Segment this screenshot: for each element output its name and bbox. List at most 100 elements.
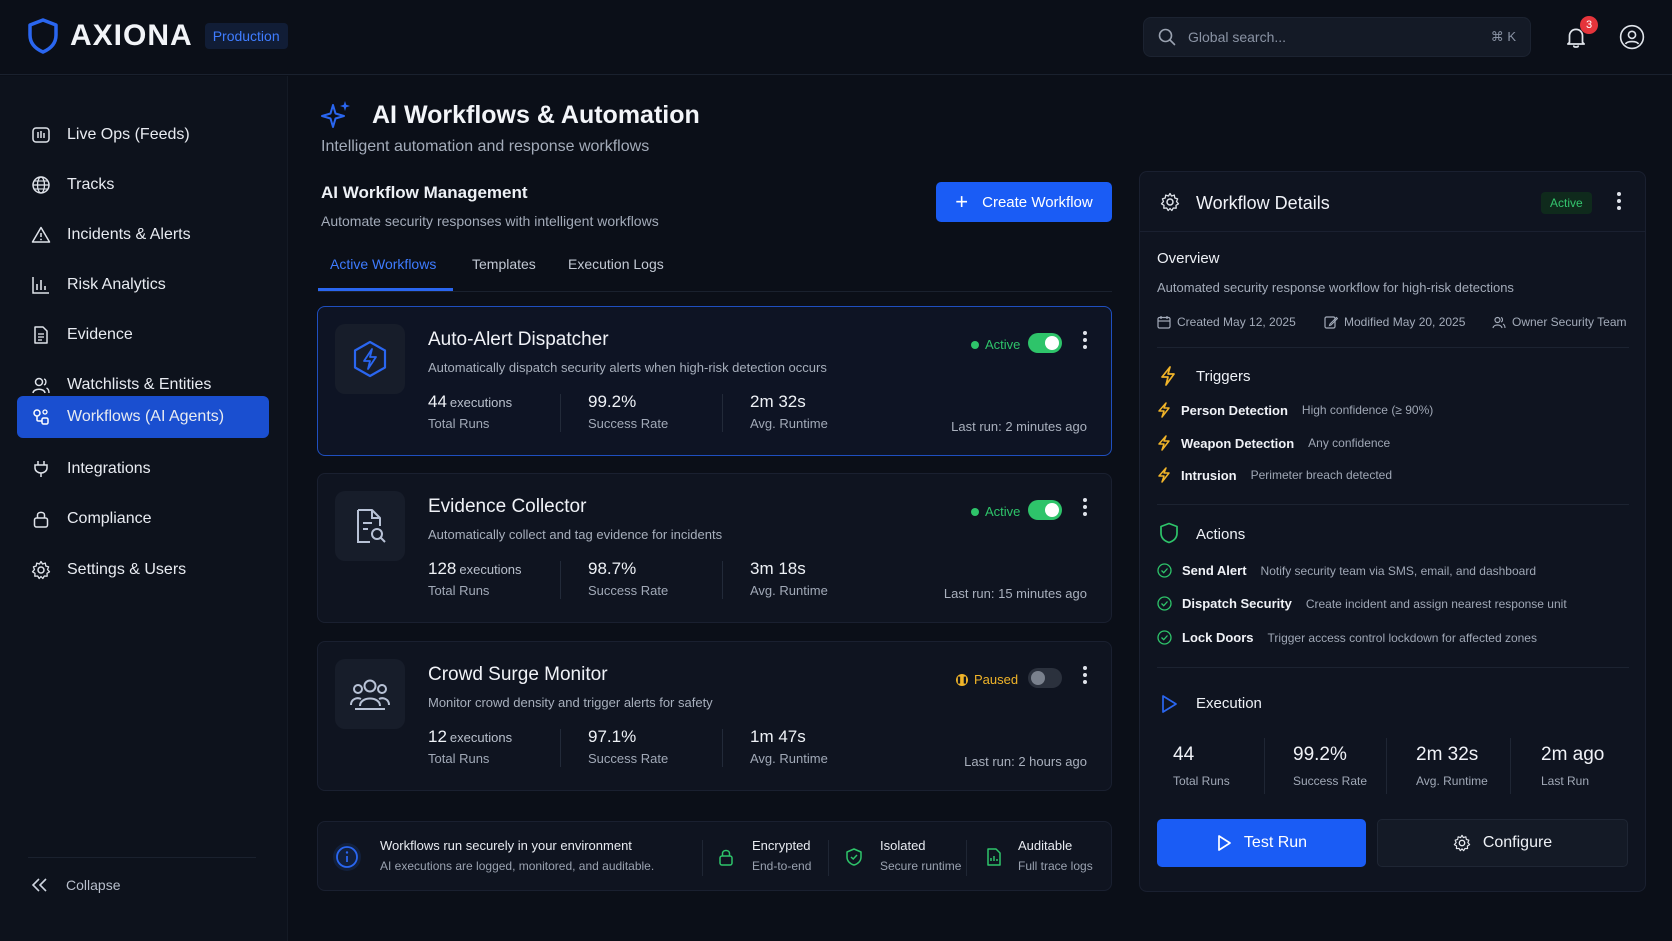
info-title: Workflows run securely in your environme… (380, 838, 632, 853)
stat-value: 2m 32s (750, 392, 806, 411)
panel-divider (1157, 504, 1629, 505)
stat-unit: executions (449, 730, 513, 745)
sparkle-icon (321, 101, 350, 128)
stat-label: Avg. Runtime (750, 583, 828, 598)
configure-button[interactable]: Configure (1377, 819, 1628, 867)
tab-execution-logs[interactable]: Execution Logs (568, 256, 664, 272)
users-icon (1492, 316, 1506, 329)
tab-templates[interactable]: Templates (472, 256, 536, 272)
more-options-icon[interactable] (1081, 331, 1089, 353)
execution-stat-value: 99.2% (1293, 744, 1347, 765)
stat-value: 97.1% (588, 727, 637, 746)
brand-name: AXIONA (70, 19, 193, 52)
more-options-icon[interactable] (1081, 498, 1089, 520)
search-input[interactable] (1188, 29, 1491, 45)
stat-value: 98.7% (588, 559, 637, 578)
create-workflow-button[interactable]: + Create Workflow (936, 182, 1112, 222)
workflow-title[interactable]: Evidence Collector (428, 496, 586, 518)
actions-title: Actions (1196, 526, 1246, 543)
workflow-card[interactable]: Auto-Alert Dispatcher Automatically disp… (317, 306, 1112, 456)
sidebar-item-label: Tracks (67, 176, 115, 193)
test-run-button[interactable]: Test Run (1157, 819, 1366, 867)
shield-icon (1160, 522, 1178, 544)
execution-stat: 44 Total Runs (1173, 744, 1230, 788)
monitor-icon (32, 127, 50, 143)
stat-total-runs: 128 executions Total Runs (428, 559, 522, 598)
check-circle-icon (1157, 630, 1172, 645)
sidebar-item-label: Risk Analytics (67, 276, 166, 293)
workflow-card[interactable]: Crowd Surge Monitor Monitor crowd densit… (317, 641, 1112, 791)
plug-icon (34, 461, 48, 477)
configure-label: Configure (1482, 834, 1553, 851)
user-avatar-icon[interactable] (1619, 24, 1645, 50)
tab-active-workflows[interactable]: Active Workflows (330, 256, 436, 272)
sidebar-item-settings[interactable]: Settings & Users (17, 549, 269, 591)
stat-label: Total Runs (428, 751, 490, 766)
global-search[interactable]: ⌘ K (1143, 17, 1531, 57)
sidebar-item-live-ops[interactable]: Live Ops (Feeds) (17, 114, 269, 156)
brand-logo[interactable]: AXIONA Production (28, 18, 288, 54)
sidebar-item-evidence[interactable]: Evidence (17, 314, 269, 356)
execution-title: Execution (1196, 695, 1262, 712)
workflow-enable-toggle[interactable] (1028, 333, 1062, 353)
users-icon (32, 377, 50, 394)
shield-check-icon (846, 848, 862, 866)
stat-label: Avg. Runtime (750, 751, 828, 766)
lightning-icon (1158, 435, 1170, 451)
check-circle-icon (1157, 596, 1172, 611)
trigger-item[interactable]: Weapon Detection Any confidence (1157, 435, 1390, 451)
top-bar: AXIONA Production ⌘ K 3 (0, 0, 1672, 75)
overview-title: Overview (1157, 250, 1220, 267)
stat-value: 1m 47s (750, 727, 806, 746)
stat-success-rate: 99.2% Success Rate (588, 392, 668, 431)
info-isolated: Isolated Secure runtime (880, 838, 961, 873)
info-encrypted: Encrypted End-to-end (752, 838, 811, 873)
info-icon (333, 843, 361, 871)
environment-badge[interactable]: Production (204, 23, 288, 49)
sidebar-item-risk-analytics[interactable]: Risk Analytics (17, 264, 269, 306)
stat-divider (1386, 738, 1387, 794)
lock-icon (719, 849, 733, 866)
workflow-title[interactable]: Crowd Surge Monitor (428, 664, 608, 686)
page-title: AI Workflows & Automation (372, 101, 700, 129)
action-item[interactable]: Dispatch Security Create incident and as… (1157, 596, 1567, 611)
sidebar-item-workflows[interactable]: Workflows (AI Agents) (17, 396, 269, 438)
overview-text: Automated security response workflow for… (1157, 280, 1514, 295)
action-description: Create incident and assign nearest respo… (1305, 596, 1567, 611)
stat-divider (722, 729, 723, 767)
document-search-icon (357, 509, 386, 543)
action-item[interactable]: Lock Doors Trigger access control lockdo… (1157, 630, 1537, 645)
workflow-title[interactable]: Auto-Alert Dispatcher (428, 329, 609, 351)
workflow-card[interactable]: Evidence Collector Automatically collect… (317, 473, 1112, 623)
section-subtitle: Automate security responses with intelli… (321, 213, 659, 229)
collapse-button[interactable]: Collapse (30, 876, 120, 894)
info-divider (828, 840, 829, 876)
lightning-icon (1158, 402, 1170, 418)
status-label: Active (985, 337, 1021, 352)
action-item[interactable]: Send Alert Notify security team via SMS,… (1157, 563, 1536, 578)
trigger-item[interactable]: Intrusion Perimeter breach detected (1157, 467, 1392, 483)
more-options-icon[interactable] (1081, 666, 1089, 688)
panel-divider (1157, 667, 1629, 668)
execution-stat: 99.2% Success Rate (1293, 744, 1367, 788)
warning-icon (31, 226, 51, 243)
panel-title: Workflow Details (1196, 193, 1330, 213)
more-options-icon[interactable] (1615, 192, 1623, 214)
stat-divider (560, 394, 561, 432)
execution-stat: 2m 32s Avg. Runtime (1416, 744, 1488, 788)
info-title: Auditable (1018, 838, 1073, 853)
stat-value: 12 (428, 727, 447, 746)
workflow-enable-toggle[interactable] (1028, 500, 1062, 520)
sidebar-item-tracks[interactable]: Tracks (17, 164, 269, 206)
workflow-enable-toggle[interactable] (1028, 668, 1062, 688)
sidebar-item-incidents[interactable]: Incidents & Alerts (17, 214, 269, 256)
sidebar-item-compliance[interactable]: Compliance (17, 498, 269, 540)
sidebar-item-integrations[interactable]: Integrations (17, 448, 269, 490)
gear-icon (1160, 192, 1180, 212)
trigger-item[interactable]: Person Detection High confidence (≥ 90%) (1157, 402, 1433, 418)
bar-chart-icon (32, 277, 49, 294)
status-badge: Active (1541, 192, 1592, 214)
page-subtitle: Intelligent automation and response work… (321, 138, 650, 155)
info-title: Encrypted (752, 838, 811, 853)
plus-icon: + (955, 189, 969, 214)
